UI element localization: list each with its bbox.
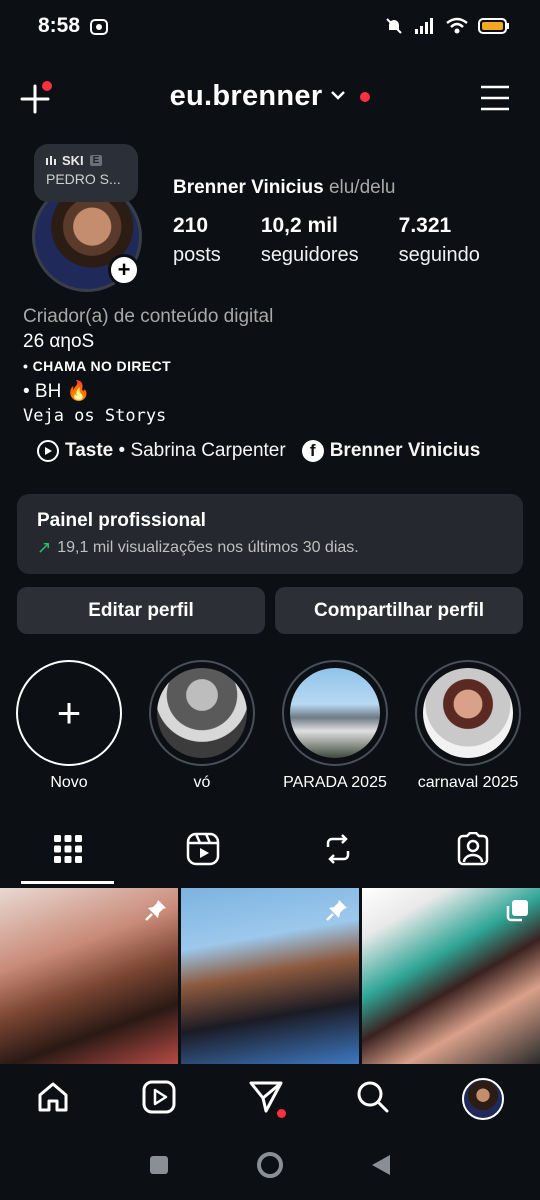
account-switcher[interactable]: eu.brenner [0, 80, 540, 113]
notification-icon [90, 18, 108, 41]
chevron-down-icon[interactable] [330, 88, 346, 106]
bio-line-location: • BH 🔥 [23, 381, 91, 402]
bio-line-direct: • CHAMA NO DIRECT [23, 358, 172, 374]
stat-followers[interactable]: 10,2 mil seguidores [261, 214, 359, 267]
highlight-cover [290, 668, 380, 758]
recents-icon[interactable] [148, 1154, 170, 1181]
status-icons [384, 16, 510, 41]
battery-icon [478, 17, 510, 40]
status-time: 8:58 [38, 14, 81, 37]
highlight-carnaval[interactable]: carnaval 2025 [413, 660, 523, 792]
active-tab-indicator [21, 881, 114, 884]
plus-icon: + [16, 660, 122, 766]
music-title[interactable]: Taste [65, 440, 113, 462]
play-icon [37, 440, 59, 462]
carousel-icon [506, 898, 530, 927]
music-bars-icon [46, 156, 56, 165]
highlight-label: PARADA 2025 [283, 774, 387, 791]
highlight-cover-ring [282, 660, 388, 766]
reels-nav-icon[interactable] [142, 1080, 176, 1119]
edit-profile-button[interactable]: Editar perfil [17, 587, 265, 634]
tab-reels[interactable] [135, 828, 270, 884]
trending-up-icon: ↗ [37, 538, 52, 557]
stat-following-count: 7.321 [398, 214, 452, 237]
signal-icon [414, 17, 436, 40]
tab-reposts[interactable] [270, 828, 405, 884]
highlight-new[interactable]: + Novo [14, 660, 124, 792]
profile-note[interactable]: SKI E PEDRO S... [34, 144, 138, 202]
home-icon[interactable] [36, 1080, 70, 1119]
stat-posts-count: 210 [173, 214, 209, 237]
plus-icon: + [117, 257, 131, 282]
grid-icon [53, 835, 82, 863]
profile-name-line: Brenner Vinicius elu/delu [173, 177, 396, 199]
share-profile-button[interactable]: Compartilhar perfil [275, 587, 523, 634]
panel-subtitle: 19,1 mil visualizações nos últimos 30 di… [57, 539, 359, 556]
repost-icon [326, 834, 349, 864]
tab-tagged[interactable] [405, 828, 540, 884]
muted-bell-icon [384, 16, 404, 41]
profile-links: Taste • Sabrina Carpenter f Brenner Vini… [37, 440, 480, 462]
status-bar: 8:58 [0, 0, 540, 56]
stat-followers-label: seguidores [260, 244, 359, 266]
menu-button[interactable] [480, 84, 510, 112]
highlight-cover-ring [149, 660, 255, 766]
profile-nav-avatar[interactable] [462, 1078, 504, 1120]
professional-dashboard[interactable]: Painel profissional ↗ 19,1 mil visualiza… [17, 494, 523, 574]
stat-posts[interactable]: 210 posts [173, 214, 221, 267]
pin-icon [144, 898, 168, 927]
panel-title: Painel profissional [37, 510, 206, 531]
note-song-title: SKI [62, 153, 84, 168]
highlight-cover [423, 668, 513, 758]
highlight-parada[interactable]: PARADA 2025 [280, 660, 390, 792]
highlight-label: Novo [50, 774, 88, 791]
posts-grid [0, 888, 540, 1064]
bio-category: Criador(a) de conteúdo digital [23, 306, 274, 327]
reels-icon [186, 832, 219, 866]
explicit-badge: E [89, 155, 103, 166]
full-name: Brenner Vinicius [173, 177, 324, 198]
highlight-label: carnaval 2025 [417, 774, 519, 791]
profile-tabs [0, 828, 540, 884]
post-thumbnail[interactable] [362, 888, 540, 1064]
pin-icon [325, 898, 349, 927]
post-thumbnail[interactable] [0, 888, 178, 1064]
pronouns: elu/delu [328, 177, 396, 198]
profile-stats: 210 posts 10,2 mil seguidores 7.321 segu… [173, 214, 520, 267]
tagged-person-icon [457, 832, 488, 866]
facebook-icon: f [301, 440, 324, 462]
bio-line-age: 26 αηoS [23, 331, 95, 352]
home-circle-icon[interactable] [256, 1151, 284, 1184]
note-artist: PEDRO S... [46, 171, 121, 187]
profile-bio: Criador(a) de conteúdo digital 26 αηoS •… [23, 304, 523, 429]
hamburger-icon [481, 85, 509, 111]
unread-dot [360, 91, 371, 102]
bottom-navigation [0, 1064, 540, 1134]
stat-following-label: seguindo [398, 244, 480, 266]
stat-posts-label: posts [173, 244, 221, 266]
highlight-cover-ring [415, 660, 521, 766]
facebook-link[interactable]: Brenner Vinicius [330, 440, 481, 462]
post-thumbnail[interactable] [181, 888, 359, 1064]
system-navigation [0, 1134, 540, 1200]
bio-line-stories: Veja os Storys [23, 406, 167, 426]
wifi-icon [446, 17, 468, 40]
stat-followers-count: 10,2 mil [260, 214, 338, 237]
highlight-label: vó [193, 774, 211, 791]
username[interactable]: eu.brenner [170, 80, 323, 113]
tab-grid[interactable] [0, 828, 135, 884]
direct-messages-icon[interactable] [248, 1079, 286, 1120]
search-icon[interactable] [356, 1080, 390, 1119]
music-artist[interactable]: • Sabrina Carpenter [119, 440, 286, 462]
back-icon[interactable] [370, 1153, 392, 1182]
highlight-vo[interactable]: vó [147, 660, 257, 792]
highlight-cover [157, 668, 247, 758]
stat-following[interactable]: 7.321 seguindo [399, 214, 480, 267]
add-story-button[interactable]: + [108, 254, 140, 286]
unread-dot [277, 1108, 286, 1118]
